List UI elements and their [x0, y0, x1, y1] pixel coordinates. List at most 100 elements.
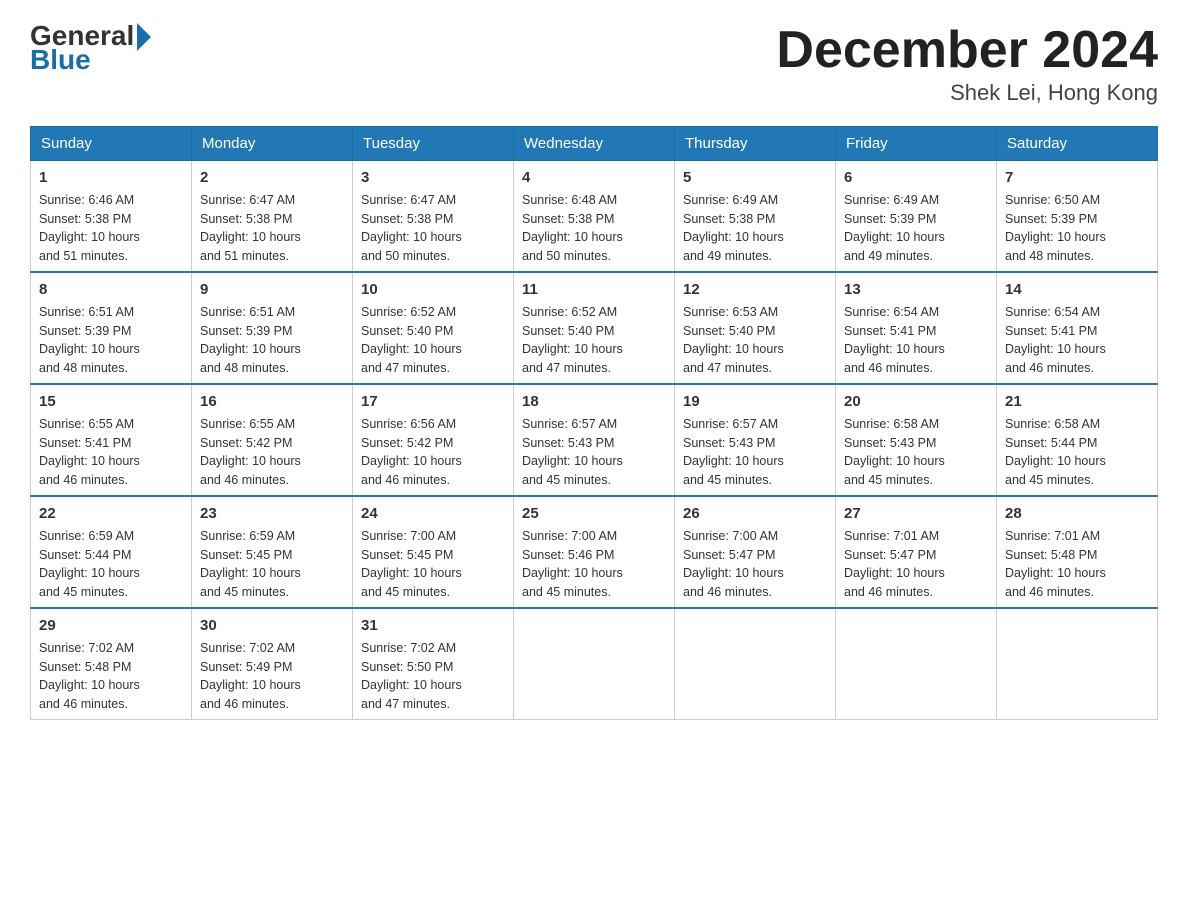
day-info: Sunrise: 6:55 AMSunset: 5:42 PMDaylight:… — [200, 417, 301, 487]
location-text: Shek Lei, Hong Kong — [776, 80, 1158, 106]
calendar-cell — [675, 608, 836, 720]
day-info: Sunrise: 6:52 AMSunset: 5:40 PMDaylight:… — [361, 305, 462, 375]
day-number: 5 — [683, 167, 827, 188]
day-info: Sunrise: 7:01 AMSunset: 5:47 PMDaylight:… — [844, 529, 945, 599]
calendar-cell: 23 Sunrise: 6:59 AMSunset: 5:45 PMDaylig… — [192, 496, 353, 608]
logo: General Blue — [30, 20, 151, 76]
day-number: 16 — [200, 391, 344, 412]
day-info: Sunrise: 6:51 AMSunset: 5:39 PMDaylight:… — [200, 305, 301, 375]
day-number: 14 — [1005, 279, 1149, 300]
calendar-cell: 24 Sunrise: 7:00 AMSunset: 5:45 PMDaylig… — [353, 496, 514, 608]
calendar-week-row: 8 Sunrise: 6:51 AMSunset: 5:39 PMDayligh… — [31, 272, 1158, 384]
day-number: 12 — [683, 279, 827, 300]
calendar-cell: 19 Sunrise: 6:57 AMSunset: 5:43 PMDaylig… — [675, 384, 836, 496]
calendar-cell: 31 Sunrise: 7:02 AMSunset: 5:50 PMDaylig… — [353, 608, 514, 720]
day-number: 4 — [522, 167, 666, 188]
calendar-cell: 14 Sunrise: 6:54 AMSunset: 5:41 PMDaylig… — [997, 272, 1158, 384]
day-number: 17 — [361, 391, 505, 412]
day-number: 15 — [39, 391, 183, 412]
day-info: Sunrise: 7:01 AMSunset: 5:48 PMDaylight:… — [1005, 529, 1106, 599]
calendar-cell: 29 Sunrise: 7:02 AMSunset: 5:48 PMDaylig… — [31, 608, 192, 720]
column-header-thursday: Thursday — [675, 127, 836, 161]
calendar-cell: 12 Sunrise: 6:53 AMSunset: 5:40 PMDaylig… — [675, 272, 836, 384]
column-header-friday: Friday — [836, 127, 997, 161]
calendar-cell: 1 Sunrise: 6:46 AMSunset: 5:38 PMDayligh… — [31, 161, 192, 273]
day-info: Sunrise: 7:02 AMSunset: 5:48 PMDaylight:… — [39, 641, 140, 711]
calendar-cell: 6 Sunrise: 6:49 AMSunset: 5:39 PMDayligh… — [836, 161, 997, 273]
day-number: 2 — [200, 167, 344, 188]
column-header-monday: Monday — [192, 127, 353, 161]
calendar-cell — [836, 608, 997, 720]
calendar-cell: 13 Sunrise: 6:54 AMSunset: 5:41 PMDaylig… — [836, 272, 997, 384]
day-info: Sunrise: 6:59 AMSunset: 5:44 PMDaylight:… — [39, 529, 140, 599]
column-header-tuesday: Tuesday — [353, 127, 514, 161]
column-header-sunday: Sunday — [31, 127, 192, 161]
day-info: Sunrise: 6:49 AMSunset: 5:39 PMDaylight:… — [844, 193, 945, 263]
day-info: Sunrise: 6:54 AMSunset: 5:41 PMDaylight:… — [1005, 305, 1106, 375]
day-number: 10 — [361, 279, 505, 300]
calendar-cell: 3 Sunrise: 6:47 AMSunset: 5:38 PMDayligh… — [353, 161, 514, 273]
day-number: 20 — [844, 391, 988, 412]
calendar-cell: 7 Sunrise: 6:50 AMSunset: 5:39 PMDayligh… — [997, 161, 1158, 273]
calendar-cell: 5 Sunrise: 6:49 AMSunset: 5:38 PMDayligh… — [675, 161, 836, 273]
day-info: Sunrise: 6:52 AMSunset: 5:40 PMDaylight:… — [522, 305, 623, 375]
column-header-wednesday: Wednesday — [514, 127, 675, 161]
day-number: 6 — [844, 167, 988, 188]
calendar-cell: 4 Sunrise: 6:48 AMSunset: 5:38 PMDayligh… — [514, 161, 675, 273]
day-info: Sunrise: 6:47 AMSunset: 5:38 PMDaylight:… — [200, 193, 301, 263]
calendar-cell: 17 Sunrise: 6:56 AMSunset: 5:42 PMDaylig… — [353, 384, 514, 496]
day-number: 7 — [1005, 167, 1149, 188]
day-number: 1 — [39, 167, 183, 188]
title-area: December 2024 Shek Lei, Hong Kong — [776, 20, 1158, 106]
day-info: Sunrise: 6:57 AMSunset: 5:43 PMDaylight:… — [522, 417, 623, 487]
calendar-cell: 20 Sunrise: 6:58 AMSunset: 5:43 PMDaylig… — [836, 384, 997, 496]
day-number: 24 — [361, 503, 505, 524]
day-info: Sunrise: 6:48 AMSunset: 5:38 PMDaylight:… — [522, 193, 623, 263]
calendar-week-row: 15 Sunrise: 6:55 AMSunset: 5:41 PMDaylig… — [31, 384, 1158, 496]
day-info: Sunrise: 6:57 AMSunset: 5:43 PMDaylight:… — [683, 417, 784, 487]
day-info: Sunrise: 6:54 AMSunset: 5:41 PMDaylight:… — [844, 305, 945, 375]
day-info: Sunrise: 7:02 AMSunset: 5:50 PMDaylight:… — [361, 641, 462, 711]
day-info: Sunrise: 6:51 AMSunset: 5:39 PMDaylight:… — [39, 305, 140, 375]
day-info: Sunrise: 6:53 AMSunset: 5:40 PMDaylight:… — [683, 305, 784, 375]
day-number: 21 — [1005, 391, 1149, 412]
day-number: 8 — [39, 279, 183, 300]
calendar-cell: 18 Sunrise: 6:57 AMSunset: 5:43 PMDaylig… — [514, 384, 675, 496]
logo-blue-text: Blue — [30, 44, 91, 76]
calendar-cell: 16 Sunrise: 6:55 AMSunset: 5:42 PMDaylig… — [192, 384, 353, 496]
day-number: 26 — [683, 503, 827, 524]
calendar-cell: 30 Sunrise: 7:02 AMSunset: 5:49 PMDaylig… — [192, 608, 353, 720]
calendar-cell: 15 Sunrise: 6:55 AMSunset: 5:41 PMDaylig… — [31, 384, 192, 496]
calendar-cell: 27 Sunrise: 7:01 AMSunset: 5:47 PMDaylig… — [836, 496, 997, 608]
day-info: Sunrise: 6:58 AMSunset: 5:44 PMDaylight:… — [1005, 417, 1106, 487]
day-number: 23 — [200, 503, 344, 524]
day-info: Sunrise: 6:56 AMSunset: 5:42 PMDaylight:… — [361, 417, 462, 487]
day-number: 22 — [39, 503, 183, 524]
day-number: 30 — [200, 615, 344, 636]
day-number: 25 — [522, 503, 666, 524]
calendar-week-row: 1 Sunrise: 6:46 AMSunset: 5:38 PMDayligh… — [31, 161, 1158, 273]
day-info: Sunrise: 6:47 AMSunset: 5:38 PMDaylight:… — [361, 193, 462, 263]
calendar-cell: 11 Sunrise: 6:52 AMSunset: 5:40 PMDaylig… — [514, 272, 675, 384]
day-info: Sunrise: 7:00 AMSunset: 5:47 PMDaylight:… — [683, 529, 784, 599]
calendar-cell: 9 Sunrise: 6:51 AMSunset: 5:39 PMDayligh… — [192, 272, 353, 384]
day-number: 31 — [361, 615, 505, 636]
calendar-week-row: 29 Sunrise: 7:02 AMSunset: 5:48 PMDaylig… — [31, 608, 1158, 720]
day-info: Sunrise: 6:50 AMSunset: 5:39 PMDaylight:… — [1005, 193, 1106, 263]
calendar-cell: 21 Sunrise: 6:58 AMSunset: 5:44 PMDaylig… — [997, 384, 1158, 496]
day-info: Sunrise: 7:00 AMSunset: 5:45 PMDaylight:… — [361, 529, 462, 599]
page-header: General Blue December 2024 Shek Lei, Hon… — [30, 20, 1158, 106]
day-info: Sunrise: 6:59 AMSunset: 5:45 PMDaylight:… — [200, 529, 301, 599]
day-number: 13 — [844, 279, 988, 300]
calendar-cell: 10 Sunrise: 6:52 AMSunset: 5:40 PMDaylig… — [353, 272, 514, 384]
day-number: 28 — [1005, 503, 1149, 524]
day-number: 9 — [200, 279, 344, 300]
day-number: 18 — [522, 391, 666, 412]
day-number: 29 — [39, 615, 183, 636]
day-info: Sunrise: 6:55 AMSunset: 5:41 PMDaylight:… — [39, 417, 140, 487]
day-info: Sunrise: 6:46 AMSunset: 5:38 PMDaylight:… — [39, 193, 140, 263]
calendar-week-row: 22 Sunrise: 6:59 AMSunset: 5:44 PMDaylig… — [31, 496, 1158, 608]
day-info: Sunrise: 7:00 AMSunset: 5:46 PMDaylight:… — [522, 529, 623, 599]
calendar-cell: 22 Sunrise: 6:59 AMSunset: 5:44 PMDaylig… — [31, 496, 192, 608]
calendar-cell: 28 Sunrise: 7:01 AMSunset: 5:48 PMDaylig… — [997, 496, 1158, 608]
